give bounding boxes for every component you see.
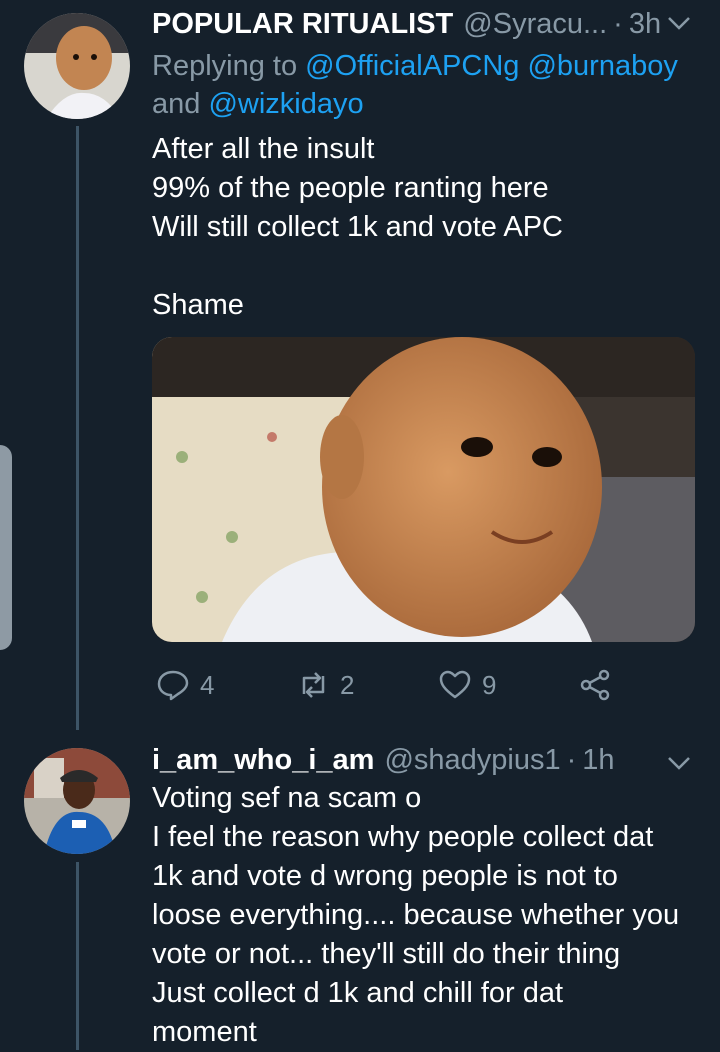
replying-prefix: Replying to: [152, 50, 298, 82]
tweet-text: Voting sef na scam o I feel the reason w…: [152, 779, 712, 1052]
thread-line: [76, 126, 79, 730]
share-button[interactable]: [578, 660, 612, 710]
like-button[interactable]: 9: [438, 660, 496, 710]
separator: ·: [613, 7, 623, 40]
separator: ·: [566, 743, 577, 776]
tweet-text: After all the insult 99% of the people r…: [152, 130, 707, 325]
tweet-2[interactable]: i_am_who_i_am @shadypius1 · 1h Voting se…: [0, 730, 720, 1050]
chevron-down-icon[interactable]: [666, 10, 692, 36]
tweet-line: loose everything.... because whether you: [152, 899, 680, 931]
timestamp[interactable]: 1h: [582, 744, 614, 777]
retweet-button[interactable]: 2: [296, 660, 354, 710]
timestamp[interactable]: 3h: [629, 8, 661, 41]
retweet-icon: [302, 672, 325, 698]
display-name[interactable]: i_am_who_i_am: [152, 744, 374, 777]
like-count: 9: [482, 669, 497, 700]
tweet-line: Will still collect 1k and vote APC: [152, 211, 563, 243]
tweet-1[interactable]: POPULAR RITUALIST @Syracu... · 3h Replyi…: [0, 0, 720, 730]
tweet-line: I feel the reason why people collect dat: [152, 821, 654, 853]
tweet-line: Just collect d 1k and chill for dat: [152, 977, 564, 1009]
tweet-line: vote or not... they'll still do their th…: [152, 938, 621, 970]
tweet-actions: 4 2 9: [152, 660, 672, 710]
chevron-down-icon[interactable]: [666, 750, 692, 776]
tweet-photo[interactable]: [152, 337, 695, 642]
like-icon: [439, 670, 471, 699]
share-icon: [580, 669, 610, 701]
avatar[interactable]: [24, 748, 130, 854]
tweet-header: POPULAR RITUALIST @Syracu... · 3h: [152, 4, 692, 44]
mention-link[interactable]: @OfficialAPCNg: [305, 50, 519, 82]
display-name[interactable]: POPULAR RITUALIST: [152, 8, 453, 41]
edge-drawer-handle[interactable]: [0, 445, 12, 650]
tweet-line: 1k and vote d wrong people is not to: [152, 860, 618, 892]
tweet-line: 99% of the people ranting here: [152, 172, 549, 204]
user-handle[interactable]: @shadypius1: [384, 744, 560, 777]
retweet-count: 2: [340, 669, 355, 700]
reply-button[interactable]: 4: [156, 660, 214, 710]
reply-count: 4: [200, 669, 215, 700]
tweet-line: Voting sef na scam o: [152, 782, 422, 814]
thread-line: [76, 862, 79, 1050]
mentions-joiner: and: [152, 88, 201, 120]
replying-to: Replying to @OfficialAPCNg @burnaboy and…: [152, 47, 712, 123]
tweet-line: moment: [152, 1016, 257, 1048]
reply-icon: [157, 670, 189, 701]
user-handle[interactable]: @Syracu...: [463, 8, 607, 41]
tweet-header: i_am_who_i_am @shadypius1 · 1h: [152, 740, 692, 780]
mention-link[interactable]: @burnaboy: [527, 50, 677, 82]
tweet-line: [152, 247, 707, 286]
avatar[interactable]: [24, 13, 130, 119]
tweet-line: After all the insult: [152, 133, 375, 165]
tweet-line: Shame: [152, 289, 244, 321]
mention-link[interactable]: @wizkidayo: [208, 88, 363, 120]
